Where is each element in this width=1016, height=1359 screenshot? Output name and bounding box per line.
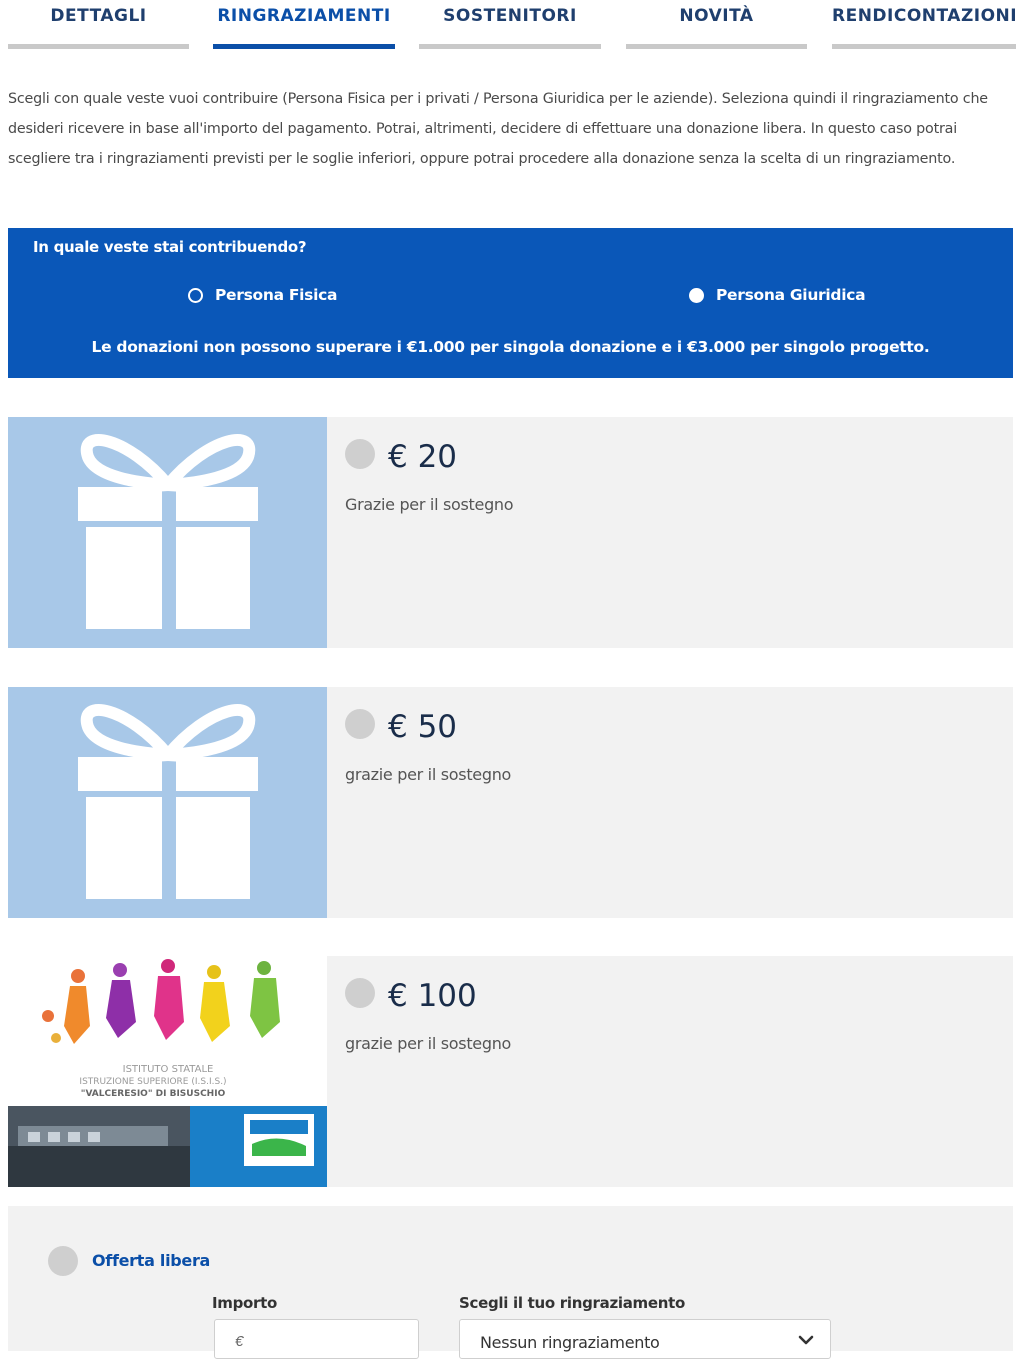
reward-radio[interactable] <box>345 709 375 739</box>
reward-amount: € 100 <box>388 978 477 1014</box>
contributor-panel: In quale veste stai contribuendo? Person… <box>8 228 1013 378</box>
free-offer-title[interactable]: Offerta libera <box>92 1251 210 1270</box>
donation-limit-note: Le donazioni non possono superare i €1.0… <box>91 338 930 356</box>
tab-label: DETTAGLI <box>50 6 147 26</box>
radio-selected-icon <box>188 287 203 303</box>
school-logo: ISTITUTO STATALE ISTRUZIONE SUPERIORE (I… <box>8 956 327 1187</box>
school-logo-text: ISTRUZIONE SUPERIORE (I.S.I.S.) <box>79 1077 226 1087</box>
reward-amount: € 20 <box>388 439 458 475</box>
reward-description: grazie per il sostegno <box>345 765 512 784</box>
school-logo-text: ISTITUTO STATALE <box>123 1064 214 1075</box>
gift-icon <box>8 687 327 918</box>
free-offer-radio[interactable] <box>48 1246 78 1276</box>
contributor-question: In quale veste stai contribuendo? <box>33 238 307 256</box>
reward-card[interactable]: € 20 Grazie per il sostegno <box>8 417 1013 648</box>
tab-underline <box>8 44 189 49</box>
tab-label: RINGRAZIAMENTI <box>217 6 391 26</box>
reward-radio[interactable] <box>345 439 375 469</box>
tab-label: RENDICONTAZIONI <box>832 6 1016 26</box>
reward-select-value: Nessun ringraziamento <box>480 1333 660 1352</box>
tab-rendicontazioni[interactable]: RENDICONTAZIONI <box>832 0 1016 50</box>
tab-underline <box>213 44 395 49</box>
chevron-down-icon <box>796 1330 816 1355</box>
tab-underline <box>832 44 1016 49</box>
school-logo-text: "VALCERESIO" DI BISUSCHIO <box>81 1089 226 1099</box>
reward-amount: € 50 <box>388 709 458 745</box>
radio-persona-fisica[interactable]: Persona Fisica <box>188 286 337 304</box>
gift-icon <box>8 417 327 648</box>
radio-unselected-icon <box>689 287 704 303</box>
tab-label: SOSTENITORI <box>443 6 577 26</box>
reward-description: Grazie per il sostegno <box>345 495 514 514</box>
amount-label: Importo <box>212 1294 278 1312</box>
reward-description: grazie per il sostegno <box>345 1034 512 1053</box>
amount-input[interactable]: € <box>214 1319 419 1359</box>
reward-select-label: Scegli il tuo ringraziamento <box>459 1294 686 1312</box>
tab-underline <box>626 44 807 49</box>
tab-novita[interactable]: NOVITÀ <box>626 0 807 50</box>
reward-card[interactable]: ISTITUTO STATALE ISTRUZIONE SUPERIORE (I… <box>8 956 1013 1187</box>
tab-bar: DETTAGLI RINGRAZIAMENTI SOSTENITORI NOVI… <box>0 0 1016 60</box>
amount-placeholder: € <box>235 1333 244 1350</box>
radio-persona-giuridica[interactable]: Persona Giuridica <box>689 286 866 304</box>
reward-radio[interactable] <box>345 978 375 1008</box>
tab-underline <box>419 44 601 49</box>
tab-label: NOVITÀ <box>679 6 754 26</box>
tab-sostenitori[interactable]: SOSTENITORI <box>419 0 601 50</box>
reward-card[interactable]: € 50 grazie per il sostegno <box>8 687 1013 918</box>
tab-ringraziamenti[interactable]: RINGRAZIAMENTI <box>213 0 395 50</box>
intro-text: Scegli con quale veste vuoi contribuire … <box>8 91 988 167</box>
free-offer-panel: Offerta libera Importo Scegli il tuo rin… <box>8 1206 1013 1359</box>
tab-dettagli[interactable]: DETTAGLI <box>8 0 189 50</box>
radio-label: Persona Fisica <box>215 286 338 304</box>
reward-select[interactable]: Nessun ringraziamento <box>459 1319 831 1359</box>
radio-label: Persona Giuridica <box>716 286 866 304</box>
